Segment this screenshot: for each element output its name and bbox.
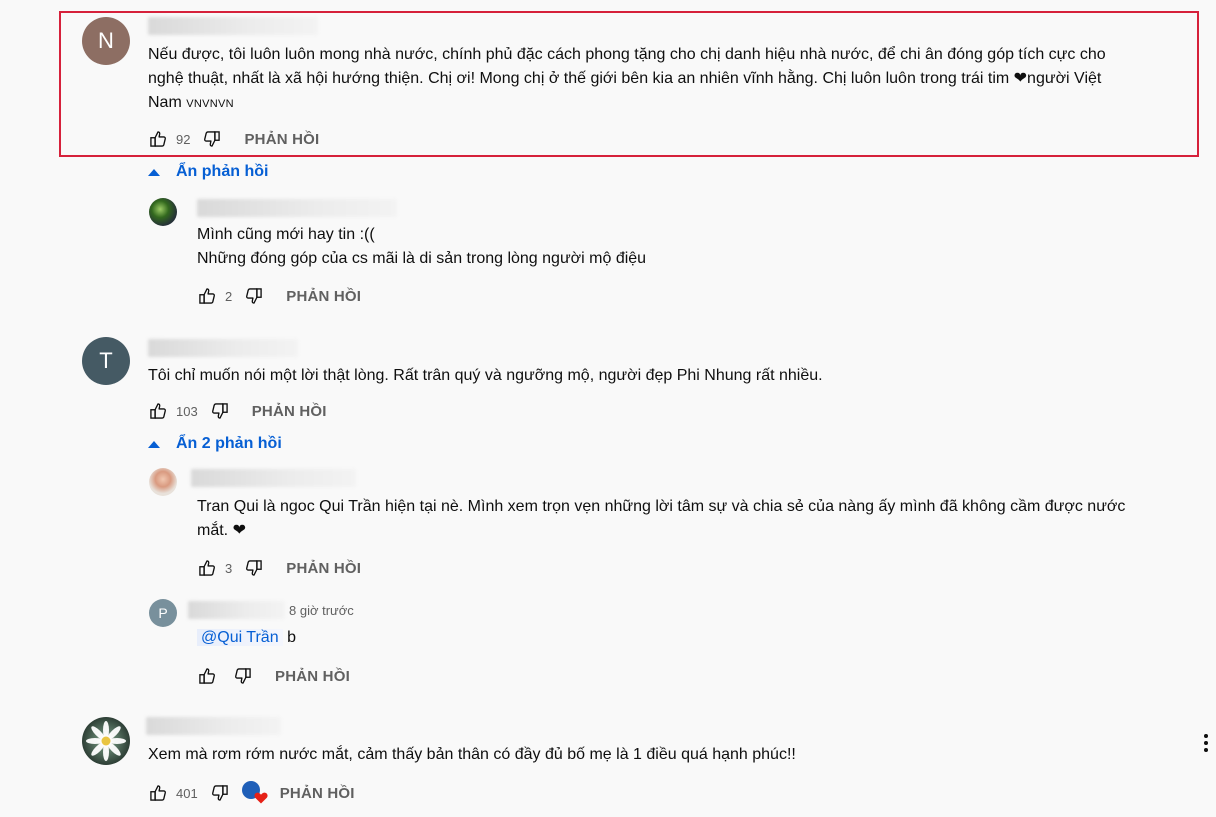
comment-text: Xem mà rơm rớm nước mắt, cảm thấy bản th… (148, 743, 1188, 767)
reply-button[interactable]: PHẢN HỒI (286, 288, 361, 305)
hide-replies-label: Ẩn phản hồi (176, 163, 269, 180)
comment-actions: 103 PHẢN HỒI (148, 399, 327, 423)
daisy-icon (86, 721, 126, 761)
reply-line: Tran Qui là ngoc Qui Trần hiện tại nè. M… (197, 498, 1126, 515)
thumb-down-icon[interactable] (233, 666, 253, 686)
like-count: 92 (176, 131, 191, 147)
thumb-down-icon[interactable] (202, 129, 222, 149)
reply-body: b (287, 629, 296, 646)
avatar-letter: N (98, 28, 114, 53)
author-name[interactable] (197, 199, 397, 217)
avatar[interactable]: T (82, 337, 130, 385)
thumb-up-icon[interactable] (197, 286, 217, 306)
reply-button[interactable]: PHẢN HỒI (244, 131, 319, 148)
thumb-down-icon[interactable] (244, 558, 264, 578)
comment-line: nghệ thuật, nhất là xã hội hướng thiện. … (148, 70, 1102, 87)
comment-actions: 92 PHẢN HỒI (148, 127, 319, 151)
reply-line: Những đóng góp của cs mãi là di sản tron… (197, 250, 647, 267)
reply-text: Tran Qui là ngoc Qui Trần hiện tại nè. M… (197, 495, 1197, 543)
thumb-up-icon[interactable] (148, 129, 168, 149)
reply-text: @Qui Trần b (197, 626, 597, 650)
reply-actions: PHẢN HỒI (197, 664, 350, 688)
reply-line: mắt. ❤ (197, 522, 246, 539)
hide-replies-button[interactable]: Ẩn 2 phản hồi (148, 435, 282, 453)
like-count: 401 (176, 785, 198, 801)
comment-line: Xem mà rơm rớm nước mắt, cảm thấy bản th… (148, 746, 796, 763)
thumb-up-icon[interactable] (197, 558, 217, 578)
thumb-up-icon[interactable] (148, 401, 168, 421)
comment-suffix: VNVNVN (186, 98, 234, 110)
more-vert-icon[interactable] (1200, 731, 1212, 755)
reply-actions: 3 PHẢN HỒI (197, 556, 361, 580)
hide-replies-button[interactable]: Ẩn phản hồi (148, 163, 268, 181)
avatar[interactable] (149, 198, 177, 226)
avatar-letter: T (99, 348, 113, 373)
like-count: 103 (176, 403, 198, 419)
expand-less-icon (148, 440, 160, 448)
comment-line: Nam (148, 94, 182, 111)
author-name[interactable] (148, 339, 298, 357)
thumb-down-icon[interactable] (210, 783, 230, 803)
reply-text: Mình cũng mới hay tin :(( Những đóng góp… (197, 223, 1187, 271)
avatar[interactable] (82, 717, 130, 765)
like-count: 3 (225, 560, 233, 576)
author-name[interactable] (148, 17, 318, 35)
author-name[interactable] (146, 717, 281, 735)
comment-line: Tôi chỉ muốn nói một lời thật lòng. Rất … (148, 367, 823, 384)
reply-button[interactable]: PHẢN HỒI (286, 560, 361, 577)
avatar[interactable] (149, 468, 177, 496)
reply-button[interactable]: PHẢN HỒI (280, 785, 355, 802)
creator-heart-icon (241, 781, 270, 805)
hide-replies-label: Ẩn 2 phản hồi (176, 435, 282, 452)
thumb-up-icon[interactable] (148, 783, 168, 803)
thumb-down-icon[interactable] (210, 401, 230, 421)
timestamp: 8 giờ trước (289, 603, 354, 618)
avatar[interactable]: P (149, 599, 177, 627)
reply-actions: 2 PHẢN HỒI (197, 284, 361, 308)
comment-text: Nếu được, tôi luôn luôn mong nhà nước, c… (148, 43, 1193, 116)
thumb-up-icon[interactable] (197, 666, 217, 686)
author-name[interactable] (188, 601, 285, 619)
avatar[interactable]: N (82, 17, 130, 65)
author-name[interactable] (191, 469, 356, 487)
reply-line: Mình cũng mới hay tin :(( (197, 226, 375, 243)
reply-button[interactable]: PHẢN HỒI (275, 668, 350, 685)
like-count: 2 (225, 288, 233, 304)
avatar-letter: P (158, 605, 168, 621)
mention-link[interactable]: @Qui Trần (197, 629, 283, 646)
comment-actions: 401 PHẢN HỒI (148, 781, 355, 805)
comment-line: Nếu được, tôi luôn luôn mong nhà nước, c… (148, 46, 1106, 63)
expand-less-icon (148, 168, 160, 176)
reply-button[interactable]: PHẢN HỒI (252, 403, 327, 420)
thumb-down-icon[interactable] (244, 286, 264, 306)
comment-text: Tôi chỉ muốn nói một lời thật lòng. Rất … (148, 364, 1188, 388)
